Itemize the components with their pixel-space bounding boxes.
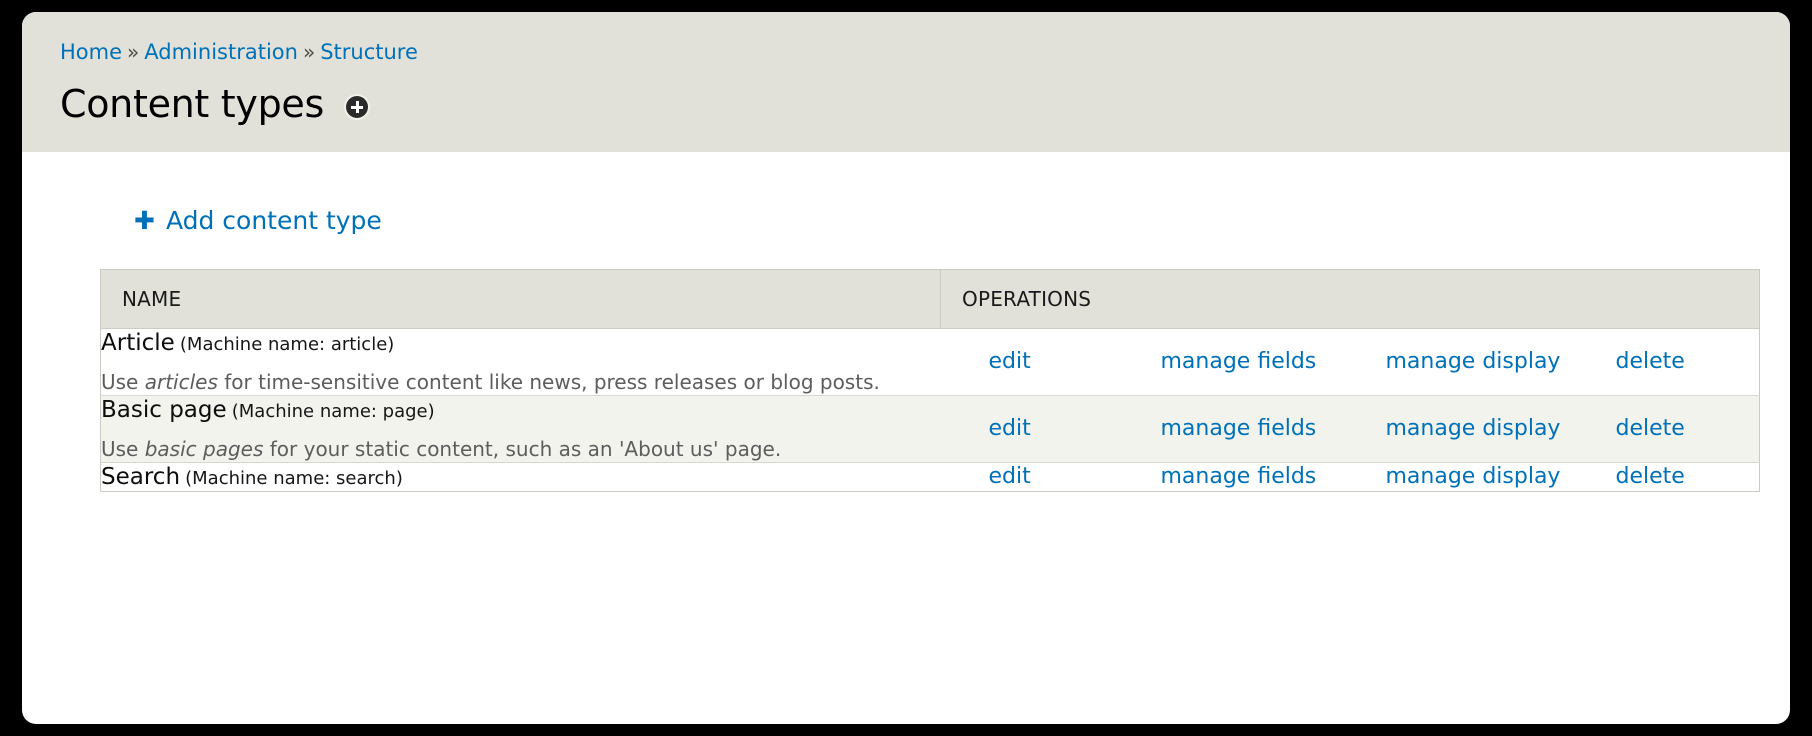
- operations-list: edit manage fields manage display delete: [941, 416, 1760, 441]
- operation-item: manage display: [1386, 464, 1616, 489]
- description-prefix: Use: [101, 436, 145, 461]
- operation-manage-display-link[interactable]: manage display: [1386, 349, 1561, 374]
- content-type-description: Use basic pages for your static content,…: [101, 436, 941, 462]
- operation-delete-link[interactable]: delete: [1616, 349, 1685, 374]
- circle-plus-icon[interactable]: [346, 96, 368, 118]
- description-prefix: Use: [101, 369, 145, 394]
- operation-item: manage display: [1386, 416, 1616, 441]
- action-links: ✚ Add content type: [22, 152, 1790, 233]
- description-emphasis: basic pages: [144, 436, 264, 461]
- breadcrumb-separator: »: [127, 40, 140, 64]
- breadcrumb-item-structure[interactable]: Structure: [320, 40, 418, 64]
- breadcrumb: Home» Administration» Structure: [60, 42, 1790, 63]
- name-cell: Basic page (Machine name: page) Use basi…: [100, 395, 941, 463]
- type-title-line: Search (Machine name: search): [101, 463, 941, 492]
- admin-page: Home» Administration» Structure Content ty…: [22, 12, 1790, 724]
- content-type-machine-name: (Machine name: search): [185, 467, 403, 489]
- operation-item: edit: [989, 416, 1161, 441]
- operation-delete-link[interactable]: delete: [1616, 464, 1685, 489]
- page-header: Home» Administration» Structure Content ty…: [22, 12, 1790, 152]
- content-type-name: Search: [101, 463, 181, 490]
- operation-manage-fields-link[interactable]: manage fields: [1161, 416, 1317, 441]
- operation-manage-fields-link[interactable]: manage fields: [1161, 464, 1317, 489]
- page-title: Content types: [60, 82, 324, 126]
- operation-item: manage fields: [1161, 349, 1386, 374]
- content-type-description: Use articles for time-sensitive content …: [101, 369, 941, 395]
- table-row: Search (Machine name: search) edit manag…: [100, 462, 1760, 492]
- content-type-machine-name: (Machine name: article): [179, 334, 395, 355]
- description-suffix: for your static content, such as an 'Abo…: [263, 436, 782, 461]
- operation-edit-link[interactable]: edit: [989, 464, 1031, 489]
- operation-edit-link[interactable]: edit: [989, 416, 1031, 441]
- type-title-line: Article (Machine name: article): [101, 329, 941, 358]
- operation-item: manage fields: [1161, 464, 1386, 489]
- operation-item: delete: [1616, 464, 1685, 489]
- content-type-name: Article: [101, 330, 175, 356]
- operation-item: delete: [1616, 416, 1685, 441]
- breadcrumb-separator: »: [302, 40, 316, 64]
- name-cell: Article (Machine name: article) Use arti…: [100, 328, 941, 396]
- column-header-operations: Operations: [940, 269, 1760, 329]
- operations-cell: edit manage fields manage display delete: [940, 328, 1760, 396]
- operation-item: delete: [1616, 349, 1685, 374]
- operation-manage-display-link[interactable]: manage display: [1386, 464, 1561, 489]
- operation-manage-display-link[interactable]: manage display: [1386, 416, 1561, 441]
- operations-list: edit manage fields manage display delete: [941, 349, 1760, 374]
- operation-item: edit: [989, 349, 1161, 374]
- plus-icon: ✚: [134, 206, 155, 235]
- operation-item: manage display: [1386, 349, 1616, 374]
- table-body: Article (Machine name: article) Use arti…: [100, 328, 1760, 492]
- content-type-machine-name: (Machine name: page): [231, 400, 435, 422]
- description-suffix: for time-sensitive content like news, pr…: [217, 369, 880, 394]
- name-cell: Search (Machine name: search): [100, 462, 941, 492]
- breadcrumb-item-administration[interactable]: Administration: [144, 40, 298, 64]
- operations-list: edit manage fields manage display delete: [941, 464, 1760, 489]
- add-content-type-label: Add content type: [165, 206, 382, 235]
- content-types-table: Name Operations Article (Machine name: a…: [100, 269, 1760, 493]
- page-content: ✚ Add content type Name Operations Artic…: [22, 152, 1790, 493]
- table-row: Basic page (Machine name: page) Use basi…: [100, 395, 1760, 463]
- type-title-line: Basic page (Machine name: page): [101, 396, 941, 425]
- operation-item: manage fields: [1161, 416, 1386, 441]
- operation-manage-fields-link[interactable]: manage fields: [1161, 349, 1317, 374]
- operation-item: edit: [989, 464, 1161, 489]
- operations-cell: edit manage fields manage display delete: [940, 395, 1760, 463]
- content-type-name: Basic page: [101, 396, 227, 423]
- title-row: Content types: [60, 85, 1790, 123]
- breadcrumb-item-home[interactable]: Home: [60, 40, 122, 64]
- table-row: Article (Machine name: article) Use arti…: [100, 328, 1760, 396]
- description-emphasis: articles: [144, 369, 218, 394]
- table-head: Name Operations: [100, 269, 1760, 329]
- add-content-type-button[interactable]: ✚ Add content type: [134, 208, 382, 233]
- column-header-name: Name: [100, 269, 941, 329]
- operations-cell: edit manage fields manage display delete: [940, 462, 1760, 492]
- operation-edit-link[interactable]: edit: [989, 349, 1031, 374]
- table-header-row: Name Operations: [100, 269, 1760, 329]
- operation-delete-link[interactable]: delete: [1616, 416, 1685, 441]
